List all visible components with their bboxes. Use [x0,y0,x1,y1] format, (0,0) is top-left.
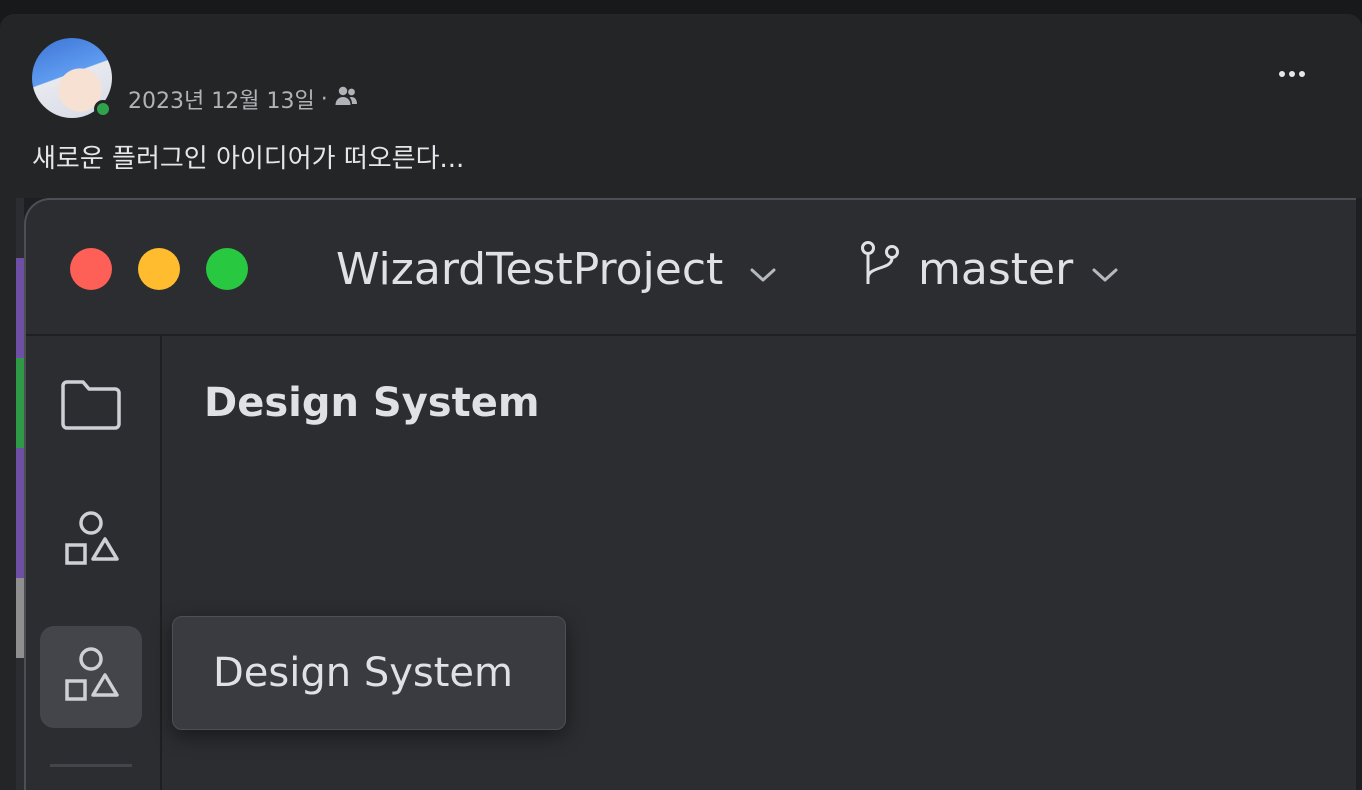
minimize-window-button[interactable] [138,248,180,290]
design-system-tool-button[interactable] [40,490,142,592]
project-selector[interactable]: WizardTestProject [336,238,777,300]
online-status-dot [94,100,112,118]
meta-separator: · [320,86,328,112]
chevron-down-icon [749,244,777,295]
branch-selector[interactable]: master [860,238,1119,300]
ide-titlebar: WizardTestProject master [26,200,1356,336]
avatar[interactable] [32,38,112,118]
close-window-button[interactable] [70,248,112,290]
design-system-tool-button-active[interactable] [40,626,142,728]
shapes-icon [61,509,121,573]
project-tool-button[interactable] [40,356,142,458]
shapes-icon [61,645,121,709]
maximize-window-button[interactable] [206,248,248,290]
post-card: 2023년 12월 13일 · 새로운 플러그인 아이디어가 떠오른다... W… [0,14,1362,790]
tool-window-title: Design System [204,380,540,426]
post-date[interactable]: 2023년 12월 13일 [128,83,315,115]
tooltip-text: Design System [213,650,513,696]
screenshot-edge-strip [16,198,24,790]
ide-window: WizardTestProject master Design System D… [24,198,1356,790]
branch-name: master [918,243,1074,295]
folder-icon [59,378,123,436]
tool-window-sidebar [26,336,162,790]
post-meta: 2023년 12월 13일 · [128,83,358,115]
more-options-button[interactable] [1270,58,1314,90]
post-text: 새로운 플러그인 아이디어가 떠오른다... [32,144,465,174]
git-branch-icon [860,240,900,299]
dot-icon [1299,71,1305,77]
tooltip: Design System [172,616,566,730]
dot-icon [1289,71,1295,77]
friends-icon [334,85,358,113]
project-name: WizardTestProject [336,243,724,295]
sidebar-divider [50,764,132,767]
attached-screenshot[interactable]: WizardTestProject master Design System D… [16,198,1362,790]
chevron-down-icon [1091,244,1119,295]
dot-icon [1279,71,1285,77]
